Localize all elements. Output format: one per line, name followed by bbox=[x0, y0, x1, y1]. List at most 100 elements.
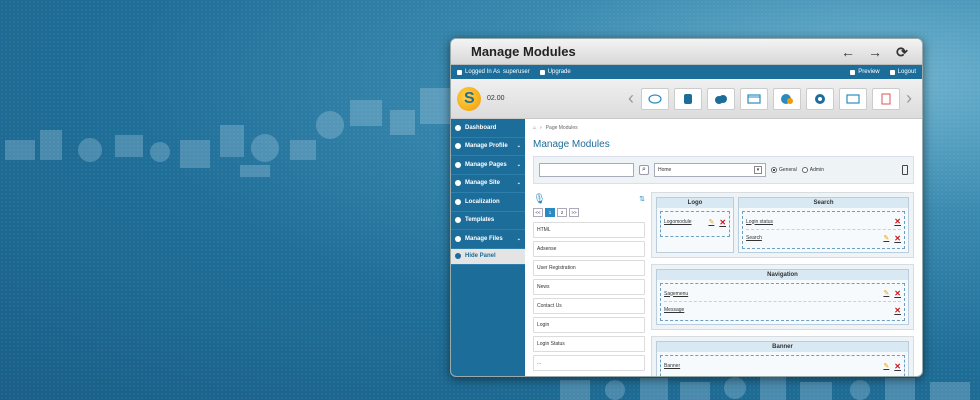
zone-banner: Banner Banner ✎ ✕ bbox=[656, 341, 909, 376]
modules-icon[interactable] bbox=[640, 87, 669, 110]
logged-in-status: Logged In As superuser bbox=[457, 69, 530, 75]
window-icon[interactable] bbox=[739, 87, 768, 110]
chevron-down-icon: ▾ bbox=[754, 166, 762, 174]
zone-row: Navigation Sagemenu ✎ ✕ Message ✕ bbox=[651, 264, 914, 330]
delete-x-icon[interactable]: ✕ bbox=[894, 306, 901, 315]
sidebar-item-manage-profile[interactable]: Manage Profile ⌄ bbox=[451, 138, 525, 156]
dashboard-icon bbox=[455, 124, 461, 131]
upgrade-icon bbox=[539, 69, 545, 75]
logout-icon bbox=[889, 69, 895, 75]
chevron-down-icon: ⌄ bbox=[516, 235, 521, 242]
pager-page-2[interactable]: 2 bbox=[557, 208, 567, 217]
radio-general[interactable]: General bbox=[771, 167, 797, 173]
arrow-left-icon bbox=[455, 253, 461, 259]
pager: << 1 2 >> bbox=[533, 208, 645, 217]
edit-pencil-icon[interactable]: ✎ bbox=[883, 362, 889, 371]
delete-x-icon[interactable]: ✕ bbox=[894, 289, 901, 298]
tools-icon bbox=[455, 180, 461, 187]
search-icon[interactable]: ⌕ bbox=[639, 165, 649, 175]
zone-item[interactable]: Message ✕ bbox=[664, 302, 901, 318]
toolbar-prev-icon[interactable]: ‹ bbox=[624, 88, 638, 109]
list-item[interactable]: User Registration bbox=[533, 260, 645, 276]
forward-arrow-icon[interactable]: → bbox=[865, 43, 885, 61]
logout-link[interactable]: Logout bbox=[889, 69, 916, 75]
filter-bar: ⌕ Home ▾ General Admin bbox=[533, 156, 914, 184]
window-title: Manage Modules bbox=[471, 44, 576, 59]
search-icon bbox=[850, 69, 856, 75]
zone-logo: Logo Logomodule ✎ ✕ bbox=[656, 197, 735, 253]
sidebar-item-manage-pages[interactable]: Manage Pages ⌄ bbox=[451, 156, 525, 175]
cloud-icon[interactable] bbox=[706, 87, 735, 110]
delete-x-icon[interactable]: ✕ bbox=[894, 217, 901, 226]
layout-zones: Logo Logomodule ✎ ✕ Search Login status … bbox=[651, 192, 914, 376]
back-arrow-icon[interactable]: ← bbox=[838, 43, 858, 61]
edit-pencil-icon[interactable]: ✎ bbox=[708, 218, 714, 227]
sidebar-item-templates[interactable]: Templates bbox=[451, 212, 525, 230]
version-label: 02.00 bbox=[487, 95, 505, 102]
breadcrumb-separator-icon: › bbox=[540, 125, 542, 131]
user-icon bbox=[457, 69, 462, 75]
chevron-down-icon: ⌄ bbox=[516, 161, 521, 168]
pager-page-1[interactable]: 1 bbox=[545, 208, 555, 217]
home-icon[interactable]: ⌂ bbox=[533, 125, 536, 131]
zone-item[interactable]: Login status ✕ bbox=[746, 214, 901, 230]
list-item[interactable]: Login bbox=[533, 317, 645, 333]
list-item[interactable]: Adsense bbox=[533, 241, 645, 257]
background-icons-left bbox=[5, 88, 450, 177]
module-list: 🎙 ⇅ << 1 2 >> HTML Adsense User Registra… bbox=[533, 192, 645, 376]
delete-x-icon[interactable]: ✕ bbox=[894, 362, 901, 371]
list-item[interactable]: HTML bbox=[533, 222, 645, 238]
sidebar-item-localization[interactable]: Localization bbox=[451, 193, 525, 212]
chevron-down-icon: ⌄ bbox=[516, 143, 521, 150]
main-content: ⌂ › Page Modules Manage Modules ⌕ Home ▾… bbox=[525, 119, 922, 376]
pager-next[interactable]: >> bbox=[569, 208, 579, 217]
main-toolbar: 02.00 ‹ › bbox=[451, 79, 922, 119]
chevron-down-icon: ⌄ bbox=[516, 180, 521, 187]
globe-icon bbox=[455, 198, 461, 205]
zone-item[interactable]: Banner ✎ ✕ bbox=[664, 358, 901, 374]
zone-item[interactable]: Search ✎ ✕ bbox=[746, 230, 901, 246]
sidebar-item-manage-site[interactable]: Manage Site ⌄ bbox=[451, 175, 525, 193]
zone-search: Search Login status ✕ Search ✎ ✕ bbox=[738, 197, 909, 253]
app-window: Manage Modules ← → ⟳ Logged In As superu… bbox=[450, 38, 923, 377]
breadcrumb: ⌂ › Page Modules bbox=[533, 123, 914, 133]
edit-pencil-icon[interactable]: ✎ bbox=[883, 289, 889, 298]
list-item[interactable]: News bbox=[533, 279, 645, 295]
zone-navigation: Navigation Sagemenu ✎ ✕ Message ✕ bbox=[656, 269, 909, 325]
sidebar-item-manage-files[interactable]: Manage Files ⌄ bbox=[451, 230, 525, 249]
zone-row: Banner Banner ✎ ✕ bbox=[651, 336, 914, 376]
radio-admin[interactable]: Admin bbox=[801, 167, 824, 173]
list-item[interactable]: Login Status bbox=[533, 336, 645, 352]
app-logo bbox=[457, 86, 481, 111]
files-icon bbox=[455, 235, 461, 242]
hide-panel-button[interactable]: Hide Panel bbox=[451, 248, 525, 265]
sort-icon[interactable]: ⇅ bbox=[639, 195, 645, 203]
zone-item[interactable]: Sagemenu ✎ ✕ bbox=[664, 286, 901, 302]
delete-x-icon[interactable]: ✕ bbox=[894, 234, 901, 243]
list-item[interactable]: Contact Us bbox=[533, 298, 645, 314]
refresh-icon[interactable]: ⟳ bbox=[892, 43, 912, 61]
edit-pencil-icon[interactable]: ✎ bbox=[883, 234, 889, 243]
window-titlebar: Manage Modules ← → ⟳ bbox=[451, 39, 922, 65]
page-select[interactable]: Home ▾ bbox=[654, 163, 766, 177]
username: superuser bbox=[503, 69, 530, 75]
list-item[interactable]: ... bbox=[533, 355, 645, 371]
top-info-bar: Logged In As superuser Upgrade Preview L… bbox=[451, 65, 922, 79]
page-title: Manage Modules bbox=[533, 139, 610, 150]
mobile-device-icon[interactable] bbox=[902, 165, 908, 175]
upgrade-link[interactable]: Upgrade bbox=[539, 69, 571, 75]
theme-icon[interactable] bbox=[772, 87, 801, 110]
toolbar-next-icon[interactable]: › bbox=[902, 88, 916, 109]
search-input[interactable] bbox=[539, 163, 634, 177]
pager-prev[interactable]: << bbox=[533, 208, 543, 217]
gear-icon[interactable] bbox=[805, 87, 834, 110]
zone-item[interactable]: Logomodule ✎ ✕ bbox=[664, 214, 726, 230]
profile-icon bbox=[455, 143, 461, 150]
preview-link[interactable]: Preview bbox=[850, 69, 880, 75]
card-icon[interactable] bbox=[838, 87, 867, 110]
sidebar-item-dashboard[interactable]: Dashboard bbox=[451, 119, 525, 138]
templates-icon bbox=[455, 217, 461, 224]
delete-x-icon[interactable]: ✕ bbox=[719, 218, 726, 227]
database-icon[interactable] bbox=[673, 87, 702, 110]
document-icon[interactable] bbox=[871, 87, 900, 110]
